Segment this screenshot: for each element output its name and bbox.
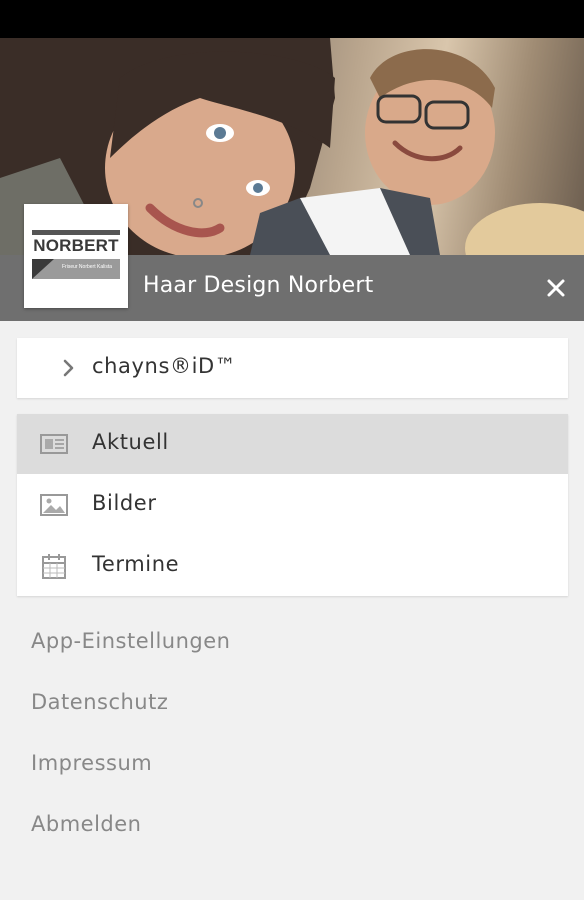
close-button[interactable]: [538, 270, 574, 306]
app-settings-link[interactable]: App-Einstellungen: [31, 629, 230, 653]
close-icon: [547, 279, 565, 297]
chayns-id-button[interactable]: chayns®iD™: [17, 338, 568, 398]
nav-item-label: Aktuell: [92, 430, 169, 454]
navigation-menu: Aktuell Bilder Termine: [17, 414, 568, 596]
logo-bar: [32, 230, 120, 235]
calendar-icon: [42, 554, 66, 579]
app-title: Haar Design Norbert: [143, 273, 374, 298]
nav-item-termine[interactable]: Termine: [17, 536, 568, 596]
nav-item-bilder[interactable]: Bilder: [17, 475, 568, 535]
nav-item-label: Termine: [92, 552, 180, 576]
logout-link[interactable]: Abmelden: [31, 812, 141, 836]
chevron-right-icon: [63, 359, 74, 377]
status-bar: [0, 0, 584, 38]
nav-item-label: Bilder: [92, 491, 157, 515]
brand-logo: NORBERT Friseur Norbert Kalista: [24, 204, 128, 308]
logo-wordmark: NORBERT: [33, 236, 119, 255]
image-icon: [40, 494, 68, 516]
nav-item-aktuell[interactable]: Aktuell: [17, 414, 568, 474]
chayns-id-label: chayns®iD™: [92, 354, 237, 378]
logo-triangle: [32, 259, 54, 279]
imprint-link[interactable]: Impressum: [31, 751, 152, 775]
newspaper-icon: [40, 434, 68, 454]
logo-tagline: Friseur Norbert Kalista: [61, 264, 112, 270]
privacy-link[interactable]: Datenschutz: [31, 690, 168, 714]
